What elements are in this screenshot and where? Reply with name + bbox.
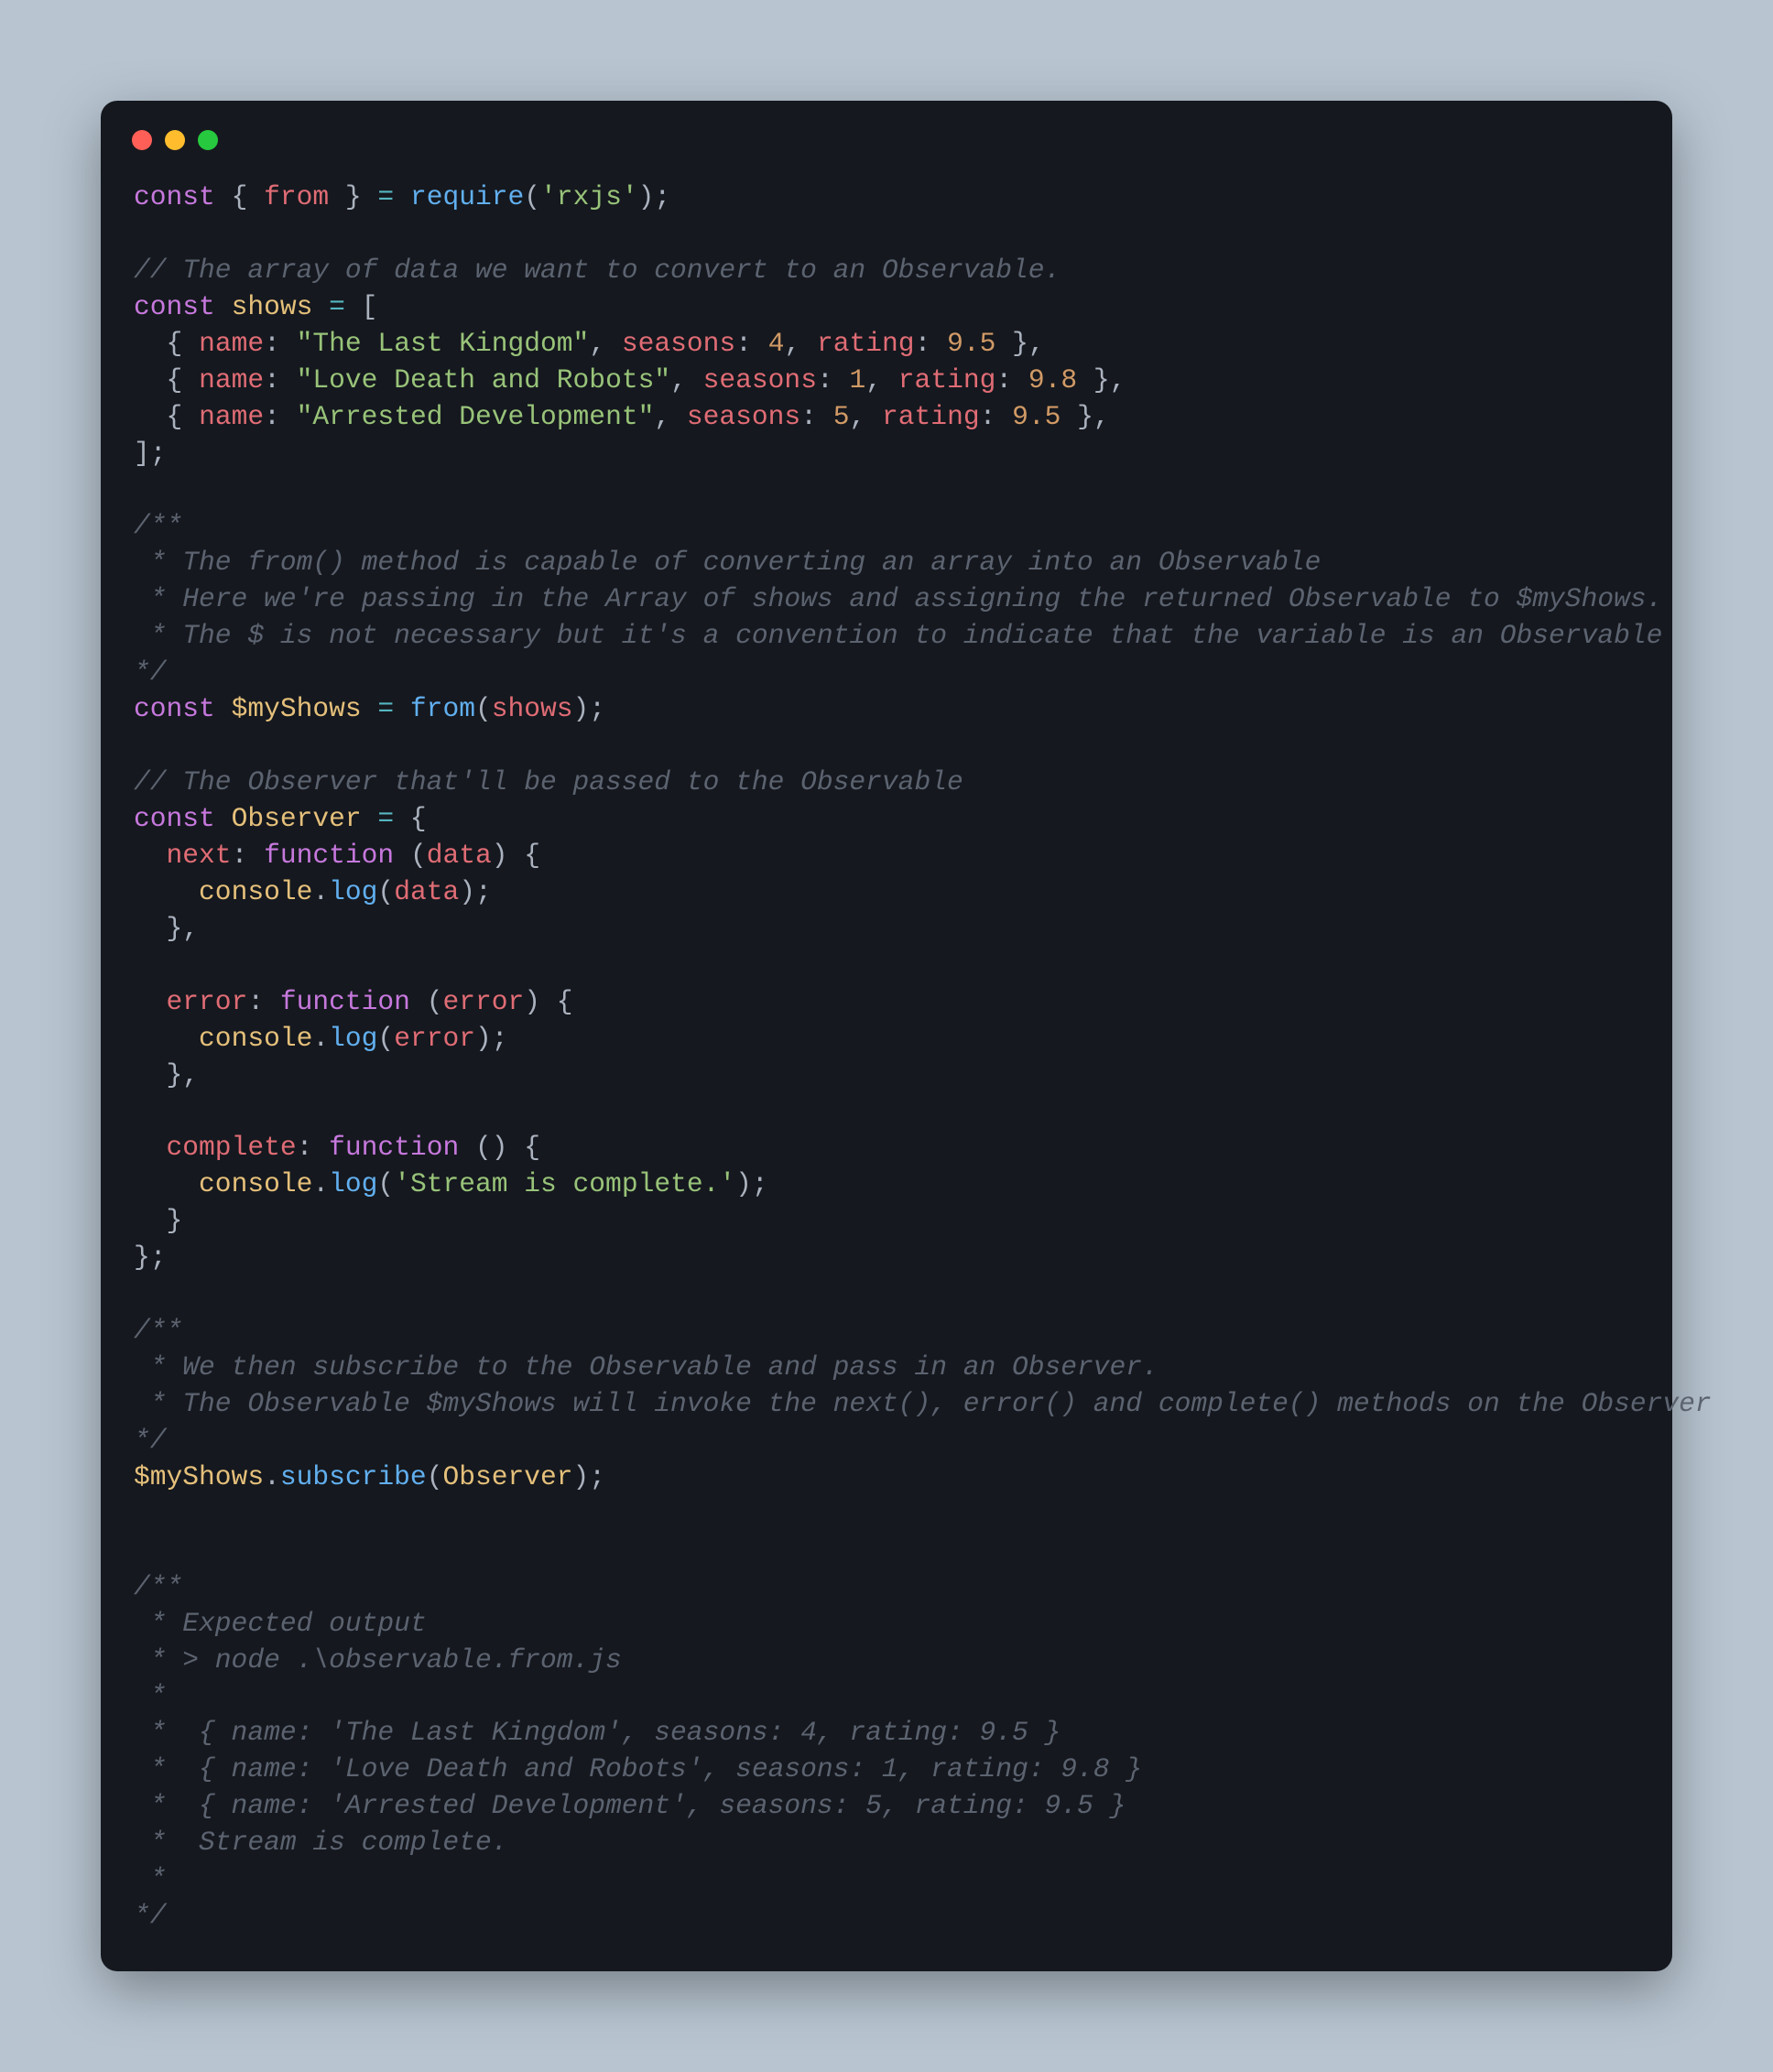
comment: // The array of data we want to convert … bbox=[134, 255, 1061, 286]
fn-require: require bbox=[410, 181, 524, 212]
comment: * We then subscribe to the Observable an… bbox=[134, 1351, 1158, 1383]
comment: * { name: 'Arrested Development', season… bbox=[134, 1790, 1126, 1821]
line: const Observer = { bbox=[134, 803, 427, 834]
comment: * > node .\observable.from.js bbox=[134, 1644, 622, 1676]
comment: /** bbox=[134, 510, 182, 541]
line: $myShows.subscribe(Observer); bbox=[134, 1461, 605, 1492]
line: ]; bbox=[134, 438, 167, 469]
line: const $myShows = from(shows); bbox=[134, 693, 605, 724]
window-titlebar bbox=[101, 130, 1672, 179]
comment: * The Observable $myShows will invoke th… bbox=[134, 1388, 1712, 1419]
comment: * The from() method is capable of conver… bbox=[134, 547, 1321, 578]
fn-subscribe: subscribe bbox=[280, 1461, 427, 1492]
comment: * Stream is complete. bbox=[134, 1827, 507, 1858]
line: console.log('Stream is complete.'); bbox=[134, 1168, 768, 1199]
close-icon[interactable] bbox=[132, 130, 152, 150]
line: const shows = [ bbox=[134, 291, 377, 322]
comment: */ bbox=[134, 1425, 167, 1456]
comment: * The $ is not necessary but it's a conv… bbox=[134, 620, 1662, 651]
fn-from: from bbox=[410, 693, 475, 724]
comment: /** bbox=[134, 1315, 182, 1346]
string-rxjs: 'rxjs' bbox=[540, 181, 638, 212]
ident-from: from bbox=[264, 181, 329, 212]
line: }, bbox=[134, 1059, 199, 1090]
comment: // The Observer that'll be passed to the… bbox=[134, 766, 963, 797]
line: console.log(error); bbox=[134, 1023, 508, 1054]
comment: * Here we're passing in the Array of sho… bbox=[134, 583, 1662, 614]
comment: /** bbox=[134, 1571, 182, 1602]
ident-observer: Observer bbox=[232, 803, 362, 834]
zoom-icon[interactable] bbox=[198, 130, 218, 150]
line: { name: "Love Death and Robots", seasons… bbox=[134, 364, 1126, 396]
ident-shows: shows bbox=[232, 291, 313, 322]
minimize-icon[interactable] bbox=[165, 130, 185, 150]
line: }, bbox=[134, 913, 199, 944]
comment: * bbox=[134, 1863, 167, 1894]
line: }; bbox=[134, 1242, 167, 1273]
line: const { from } = require('rxjs'); bbox=[134, 181, 670, 212]
line: next: function (data) { bbox=[134, 840, 540, 871]
keyword-const: const bbox=[134, 181, 215, 212]
code-block: const { from } = require('rxjs'); // The… bbox=[101, 179, 1672, 1935]
editor-window: const { from } = require('rxjs'); // The… bbox=[101, 101, 1672, 1971]
ident-myshows: $myShows bbox=[232, 693, 362, 724]
comment: * bbox=[134, 1680, 167, 1711]
comment: */ bbox=[134, 1900, 167, 1931]
line: complete: function () { bbox=[134, 1132, 540, 1163]
comment: * Expected output bbox=[134, 1608, 427, 1639]
comment: * { name: 'The Last Kingdom', seasons: 4… bbox=[134, 1717, 1061, 1748]
comment: */ bbox=[134, 656, 167, 688]
comment: * { name: 'Love Death and Robots', seaso… bbox=[134, 1753, 1142, 1785]
line: console.log(data); bbox=[134, 876, 492, 907]
line: { name: "Arrested Development", seasons:… bbox=[134, 401, 1110, 432]
line: } bbox=[134, 1205, 182, 1236]
line: { name: "The Last Kingdom", seasons: 4, … bbox=[134, 328, 1045, 359]
line: error: function (error) { bbox=[134, 986, 573, 1017]
